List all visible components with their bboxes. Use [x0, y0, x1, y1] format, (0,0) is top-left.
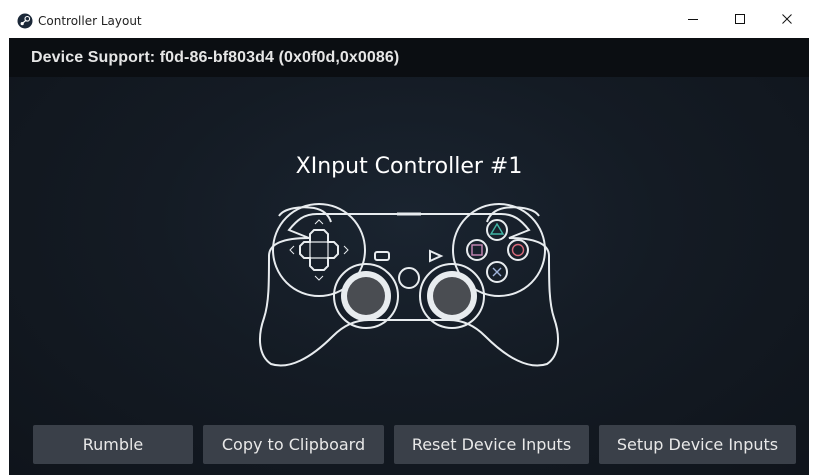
- window-title: Controller Layout: [38, 14, 142, 28]
- content-area: Device Support: f0d-86-bf803d4 (0x0f0d,0…: [9, 38, 809, 475]
- close-icon: [782, 14, 792, 24]
- maximize-button[interactable]: [717, 0, 763, 38]
- setup-device-inputs-button[interactable]: Setup Device Inputs: [599, 425, 796, 464]
- title-bar[interactable]: Controller Layout: [0, 0, 820, 38]
- copy-to-clipboard-button[interactable]: Copy to Clipboard: [203, 425, 384, 464]
- maximize-icon: [735, 14, 745, 24]
- window-right-edge: [809, 38, 820, 475]
- steam-icon: [17, 13, 33, 29]
- reset-device-inputs-button[interactable]: Reset Device Inputs: [394, 425, 589, 464]
- controller-layout-window: Controller Layout Device Support: f0d-86…: [0, 0, 820, 475]
- gamepad-outline-icon: [258, 203, 560, 367]
- minimize-icon: [688, 19, 698, 20]
- rumble-button[interactable]: Rumble: [33, 425, 193, 464]
- minimize-button[interactable]: [670, 0, 716, 38]
- close-button[interactable]: [764, 0, 810, 38]
